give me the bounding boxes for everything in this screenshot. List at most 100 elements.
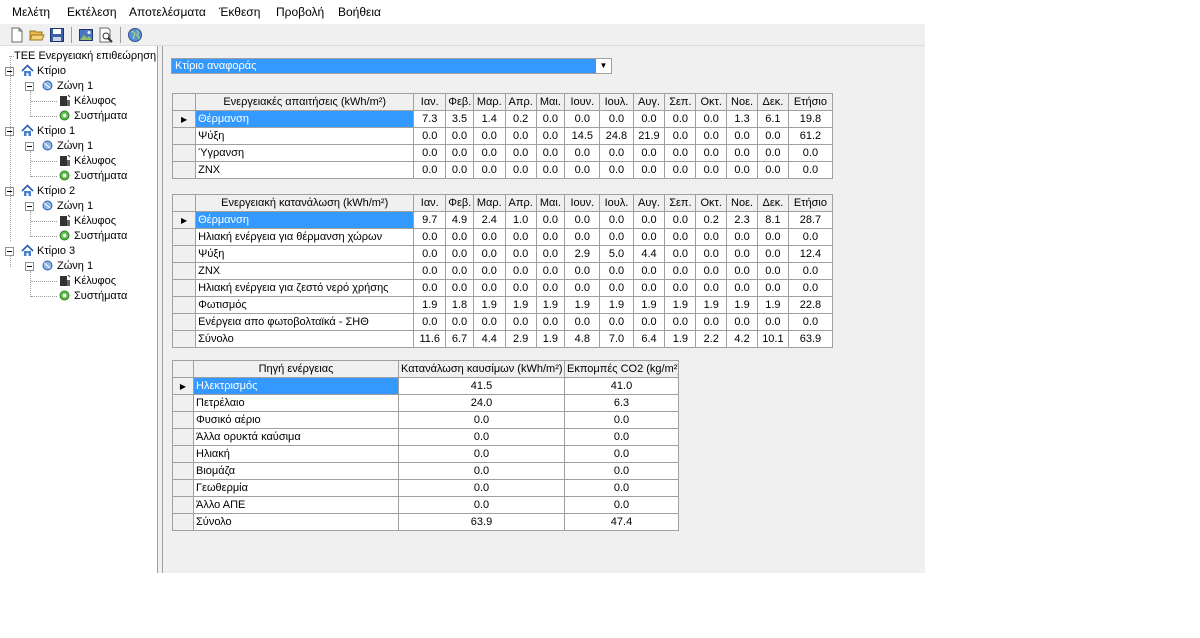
value-cell[interactable]: 0.0 [535,313,566,331]
value-cell[interactable]: 0.0 [726,245,758,263]
value-cell[interactable]: 0.0 [599,313,634,331]
row-label[interactable]: Ενέργεια απο φωτοβολταϊκά - ΣΗΘ [195,313,415,331]
row-pointer-icon[interactable]: ▶ [171,110,197,128]
value-cell[interactable]: 12.4 [787,245,834,263]
value-cell[interactable]: 0.0 [756,262,789,280]
co2-emissions-cell[interactable]: 41.0 [564,377,679,395]
value-cell[interactable]: 0.0 [564,144,601,162]
value-cell[interactable]: 0.0 [599,161,634,179]
value-cell[interactable]: 0.2 [504,110,537,128]
table-row[interactable]: ▶ Ηλεκτρισμός 41.5 41.0 [172,377,679,395]
table-row[interactable]: Φωτισμός 1.9 1.8 1.9 1.9 1.9 1.9 1.9 1.9 1.9 1.9 1.… [171,296,834,314]
fuel-consumption-cell[interactable]: 24.0 [398,394,565,412]
value-cell[interactable]: 28.7 [787,211,834,229]
value-cell[interactable]: 0.0 [535,161,566,179]
row-header[interactable] [172,462,194,480]
value-cell[interactable]: 0.0 [472,245,506,263]
fuel-consumption-cell[interactable]: 41.5 [398,377,565,395]
fuel-consumption-cell[interactable]: 0.0 [398,445,565,463]
energy-source-label[interactable]: Γεωθερμία [193,479,399,497]
tree-systems-1[interactable]: Συστήματα [74,169,154,183]
value-cell[interactable]: 2.9 [564,245,601,263]
value-cell[interactable]: 1.9 [664,330,697,348]
value-cell[interactable]: 0.0 [787,144,834,162]
column-header-month[interactable]: Ιουν. [564,194,601,212]
row-header[interactable] [171,330,197,348]
value-cell[interactable]: 0.0 [504,144,537,162]
column-header-month[interactable]: Μαρ. [472,93,506,111]
co2-emissions-cell[interactable]: 0.0 [564,445,679,463]
row-label[interactable]: Θέρμανση [195,211,415,229]
table-row[interactable]: Άλλα ορυκτά καύσιμα 0.0 0.0 [172,428,679,446]
value-cell[interactable]: 0.0 [695,161,728,179]
table-row[interactable]: Βιομάζα 0.0 0.0 [172,462,679,480]
value-cell[interactable]: 0.0 [504,161,537,179]
value-cell[interactable]: 0.0 [756,228,789,246]
row-label[interactable]: ΖΝΧ [195,262,415,280]
menu-study[interactable]: Μελέτη [12,5,50,19]
value-cell[interactable]: 6.1 [756,110,789,128]
column-header-month[interactable]: Ιαν. [413,194,447,212]
row-header[interactable] [171,127,197,145]
tree-building-3[interactable]: Κτίριο 3 [37,244,137,258]
column-header-month[interactable]: Ετήσιο [787,93,834,111]
co2-emissions-cell[interactable]: 0.0 [564,428,679,446]
value-cell[interactable]: 2.9 [504,330,537,348]
value-cell[interactable]: 0.0 [504,262,537,280]
value-cell[interactable]: 0.0 [413,262,447,280]
value-cell[interactable]: 0.0 [599,110,634,128]
tree-shell-3[interactable]: Κέλυφος [74,274,154,288]
value-cell[interactable]: 0.0 [445,161,474,179]
row-header[interactable] [171,262,197,280]
table-row[interactable]: Γεωθερμία 0.0 0.0 [172,479,679,497]
value-cell[interactable]: 0.0 [535,127,566,145]
value-cell[interactable]: 0.0 [664,262,697,280]
row-header[interactable] [171,144,197,162]
row-header[interactable] [172,496,194,514]
value-cell[interactable]: 0.0 [632,211,666,229]
energy-source-label[interactable]: Φυσικό αέριο [193,411,399,429]
energy-source-label[interactable]: Ηλιακή [193,445,399,463]
column-header-month[interactable]: Μαρ. [472,194,506,212]
energy-source-label[interactable]: Άλλα ορυκτά καύσιμα [193,428,399,446]
column-header[interactable]: Πηγή ενέργειας [193,360,399,378]
value-cell[interactable]: 0.0 [664,313,697,331]
value-cell[interactable]: 0.0 [445,313,474,331]
value-cell[interactable]: 0.0 [787,313,834,331]
value-cell[interactable]: 0.0 [599,228,634,246]
value-cell[interactable]: 0.0 [535,211,566,229]
value-cell[interactable]: 0.0 [413,161,447,179]
co2-emissions-cell[interactable]: 6.3 [564,394,679,412]
value-cell[interactable]: 2.2 [695,330,728,348]
tree-root[interactable]: ΤΕΕ Ενεργειακή επιθεώρηση [14,49,157,63]
value-cell[interactable]: 0.0 [413,313,447,331]
column-header-month[interactable]: Νοε. [726,93,758,111]
value-cell[interactable]: 0.0 [504,228,537,246]
tree-shell-0[interactable]: Κέλυφος [74,94,154,108]
row-label[interactable]: Θέρμανση [195,110,415,128]
value-cell[interactable]: 21.9 [632,127,666,145]
table-row[interactable]: ▶ Θέρμανση 7.3 3.5 1.4 0.2 0.0 0.0 0.0 0.0 0.0 0.0 1… [171,110,834,128]
column-header[interactable]: Εκπομπές CO2 (kg/m²) [564,360,679,378]
value-cell[interactable]: 0.0 [695,279,728,297]
fuel-consumption-cell[interactable]: 63.9 [398,513,565,531]
column-header-month[interactable]: Αυγ. [632,194,666,212]
value-cell[interactable]: 0.0 [504,279,537,297]
row-label[interactable]: Ψύξη [195,245,415,263]
value-cell[interactable]: 0.0 [756,313,789,331]
tree-collapse-toggle[interactable] [25,262,34,271]
value-cell[interactable]: 6.4 [632,330,666,348]
energy-source-label[interactable]: Σύνολο [193,513,399,531]
value-cell[interactable]: 0.0 [726,262,758,280]
column-header-month[interactable]: Μαι. [535,194,566,212]
fuel-consumption-cell[interactable]: 0.0 [398,462,565,480]
column-header-month[interactable]: Ετήσιο [787,194,834,212]
value-cell[interactable]: 0.0 [445,262,474,280]
row-header[interactable] [172,513,194,531]
value-cell[interactable]: 0.0 [726,127,758,145]
table-row[interactable]: Ηλιακή 0.0 0.0 [172,445,679,463]
value-cell[interactable]: 7.0 [599,330,634,348]
value-cell[interactable]: 22.8 [787,296,834,314]
co2-emissions-cell[interactable]: 0.0 [564,479,679,497]
column-header-month[interactable]: Οκτ. [695,194,728,212]
